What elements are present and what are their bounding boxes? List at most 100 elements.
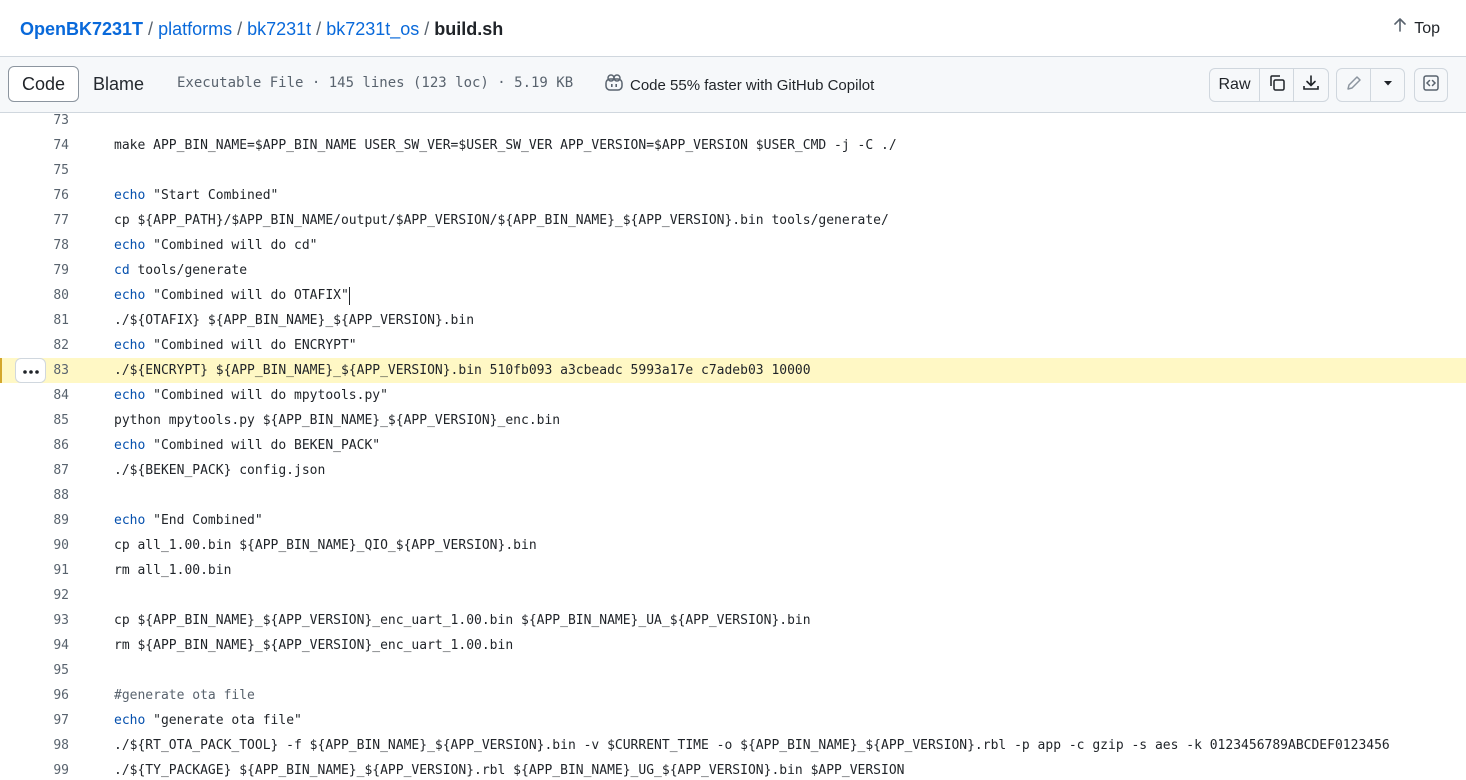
line-number[interactable]: 78 (0, 233, 69, 258)
tab-code[interactable]: Code (8, 66, 80, 102)
code-text: echo "End Combined" (114, 508, 263, 533)
copy-raw-button[interactable] (1260, 69, 1294, 101)
line-number[interactable]: 85 (0, 408, 69, 433)
code-text: #generate ota file (114, 683, 255, 708)
top-button[interactable]: Top (1392, 17, 1440, 41)
code-content: ./${BEKEN_PACK} config.json (114, 463, 326, 478)
code-keyword: echo (114, 188, 146, 203)
code-keyword: echo (114, 238, 146, 253)
code-text: echo "Start Combined" (114, 183, 278, 208)
code-line: 73 (0, 113, 1466, 133)
code-keyword: echo (114, 713, 146, 728)
line-number[interactable]: 95 (0, 658, 69, 683)
symbols-panel-button[interactable] (1414, 68, 1448, 102)
line-number[interactable]: 89 (0, 508, 69, 533)
code-content: ./${TY_PACKAGE} ${APP_BIN_NAME}_${APP_VE… (114, 763, 905, 778)
code-line: 89 echo "End Combined" (0, 508, 1466, 533)
code-content: "Combined will do BEKEN_PACK" (145, 438, 381, 453)
code-line: 99 ./${TY_PACKAGE} ${APP_BIN_NAME}_${APP_… (0, 758, 1466, 780)
pencil-icon (1345, 74, 1363, 97)
line-number[interactable]: 99 (0, 758, 69, 780)
breadcrumb-separator: / (424, 19, 430, 39)
code-text: ./${TY_PACKAGE} ${APP_BIN_NAME}_${APP_VE… (114, 758, 905, 780)
line-number[interactable]: 93 (0, 608, 69, 633)
code-content: python mpytools.py ${APP_BIN_NAME}_${APP… (114, 413, 561, 428)
download-button[interactable] (1294, 69, 1328, 101)
breadcrumb-link-platforms[interactable]: platforms (158, 19, 232, 39)
code-content: rm all_1.00.bin (114, 563, 232, 578)
copilot-promo-link[interactable]: Code 55% faster with GitHub Copilot (604, 74, 874, 96)
code-content: cp ${APP_BIN_NAME}_${APP_VERSION}_enc_ua… (114, 613, 811, 628)
code-line: 96 #generate ota file (0, 683, 1466, 708)
line-number[interactable]: 83 (0, 358, 69, 383)
code-line: 92 (0, 583, 1466, 608)
code-content: "End Combined" (145, 513, 263, 528)
code-view[interactable]: 73 74 make APP_BIN_NAME=$APP_BIN_NAME USER… (0, 113, 1466, 780)
tab-blame[interactable]: Blame (79, 66, 158, 102)
line-number[interactable]: 82 (0, 333, 69, 358)
line-number[interactable]: 79 (0, 258, 69, 283)
breadcrumb-link-bk7231t-os[interactable]: bk7231t_os (326, 19, 419, 39)
line-number[interactable]: 76 (0, 183, 69, 208)
line-number[interactable]: 84 (0, 383, 69, 408)
line-number[interactable]: 74 (0, 133, 69, 158)
line-number[interactable]: 98 (0, 733, 69, 758)
breadcrumb-link-bk7231t[interactable]: bk7231t (247, 19, 311, 39)
code-content: "Combined will do ENCRYPT" (145, 338, 357, 353)
line-number[interactable]: 88 (0, 483, 69, 508)
code-text: ./${OTAFIX} ${APP_BIN_NAME}_${APP_VERSIO… (114, 308, 474, 333)
line-number[interactable]: 81 (0, 308, 69, 333)
code-content: ./${ENCRYPT} ${APP_BIN_NAME}_${APP_VERSI… (114, 363, 811, 378)
code-line: 77 cp ${APP_PATH}/$APP_BIN_NAME/output/$A… (0, 208, 1466, 233)
code-line: 97 echo "generate ota file" (0, 708, 1466, 733)
top-button-label: Top (1414, 20, 1440, 37)
copilot-icon (604, 74, 624, 96)
line-number[interactable]: 75 (0, 158, 69, 183)
line-number[interactable]: 77 (0, 208, 69, 233)
code-line: 80 echo "Combined will do OTAFIX" (0, 283, 1466, 308)
triangle-down-icon (1382, 76, 1394, 94)
file-toolbar: Code Blame Executable File · 145 lines (… (0, 57, 1466, 113)
line-number[interactable]: 73 (0, 113, 69, 133)
code-line: 87 ./${BEKEN_PACK} config.json (0, 458, 1466, 483)
code-text: echo "generate ota file" (114, 708, 302, 733)
code-text: ./${BEKEN_PACK} config.json (114, 458, 325, 483)
copilot-promo-text: Code 55% faster with GitHub Copilot (630, 76, 875, 94)
line-number[interactable]: 94 (0, 633, 69, 658)
breadcrumb-separator: / (316, 19, 322, 39)
code-line: 93 cp ${APP_BIN_NAME}_${APP_VERSION}_enc_… (0, 608, 1466, 633)
code-comment: #generate ota file (114, 688, 255, 703)
code-text: ./${RT_OTA_PACK_TOOL} -f ${APP_BIN_NAME}… (114, 733, 1390, 758)
line-number[interactable]: 80 (0, 283, 69, 308)
line-number[interactable]: 97 (0, 708, 69, 733)
file-actions-group: Raw (1209, 68, 1329, 102)
breadcrumb-repo-link[interactable]: OpenBK7231T (20, 19, 143, 39)
code-square-icon (1422, 74, 1440, 97)
code-keyword: echo (114, 388, 146, 403)
code-text: rm all_1.00.bin (114, 558, 231, 583)
line-number[interactable]: 91 (0, 558, 69, 583)
line-number[interactable]: 87 (0, 458, 69, 483)
line-number[interactable]: 92 (0, 583, 69, 608)
line-number[interactable]: 90 (0, 533, 69, 558)
code-line-highlighted: 83 ./${ENCRYPT} ${APP_BIN_NAME}_${APP_VER… (0, 358, 1466, 383)
line-number[interactable]: 96 (0, 683, 69, 708)
file-header: OpenBK7231T / platforms / bk7231t / bk7231t_os… (0, 0, 1466, 57)
file-info: Executable File · 145 lines (123 loc) · … (177, 75, 574, 91)
code-text: cp ${APP_PATH}/$APP_BIN_NAME/output/$APP… (114, 208, 889, 233)
code-content: "Combined will do mpytools.py" (145, 388, 388, 403)
raw-button[interactable]: Raw (1210, 69, 1260, 101)
edit-dropdown-button[interactable] (1371, 69, 1404, 101)
download-icon (1302, 74, 1320, 97)
code-keyword: echo (114, 288, 146, 303)
breadcrumb-separator: / (148, 19, 154, 39)
code-text: ./${ENCRYPT} ${APP_BIN_NAME}_${APP_VERSI… (114, 358, 811, 383)
edit-file-button[interactable] (1337, 69, 1371, 101)
code-text: echo "Combined will do OTAFIX" (114, 283, 350, 308)
code-line: 81 ./${OTAFIX} ${APP_BIN_NAME}_${APP_VERS… (0, 308, 1466, 333)
breadcrumb-separator: / (237, 19, 243, 39)
code-content: rm ${APP_BIN_NAME}_${APP_VERSION}_enc_ua… (114, 638, 514, 653)
line-number[interactable]: 86 (0, 433, 69, 458)
code-text: python mpytools.py ${APP_BIN_NAME}_${APP… (114, 408, 560, 433)
code-line: 95 (0, 658, 1466, 683)
